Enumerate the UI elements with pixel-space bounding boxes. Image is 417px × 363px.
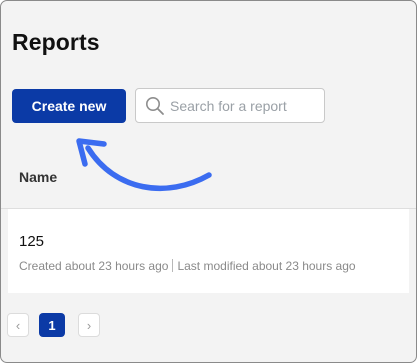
page-button-1[interactable]: 1 — [39, 313, 65, 337]
report-row[interactable]: 125 Created about 23 hours ago Last modif… — [8, 209, 409, 293]
created-time: Created about 23 hours ago — [19, 259, 169, 273]
modified-time: Last modified about 23 hours ago — [177, 259, 356, 273]
report-name[interactable]: 125 — [19, 233, 44, 250]
search-input[interactable] — [168, 97, 320, 114]
next-page-button[interactable]: › — [78, 313, 100, 337]
reports-panel: Reports Create new Name 125 Created abou… — [0, 0, 417, 363]
prev-page-button[interactable]: ‹ — [7, 313, 29, 337]
search-icon — [142, 96, 168, 116]
curved-arrow-icon — [76, 138, 212, 192]
meta-separator — [172, 259, 174, 272]
create-new-button[interactable]: Create new — [12, 89, 126, 123]
search-box[interactable] — [135, 88, 325, 123]
report-meta: Created about 23 hours ago Last modified … — [19, 259, 356, 273]
page-title: Reports — [12, 29, 100, 55]
column-header-name[interactable]: Name — [19, 169, 57, 185]
